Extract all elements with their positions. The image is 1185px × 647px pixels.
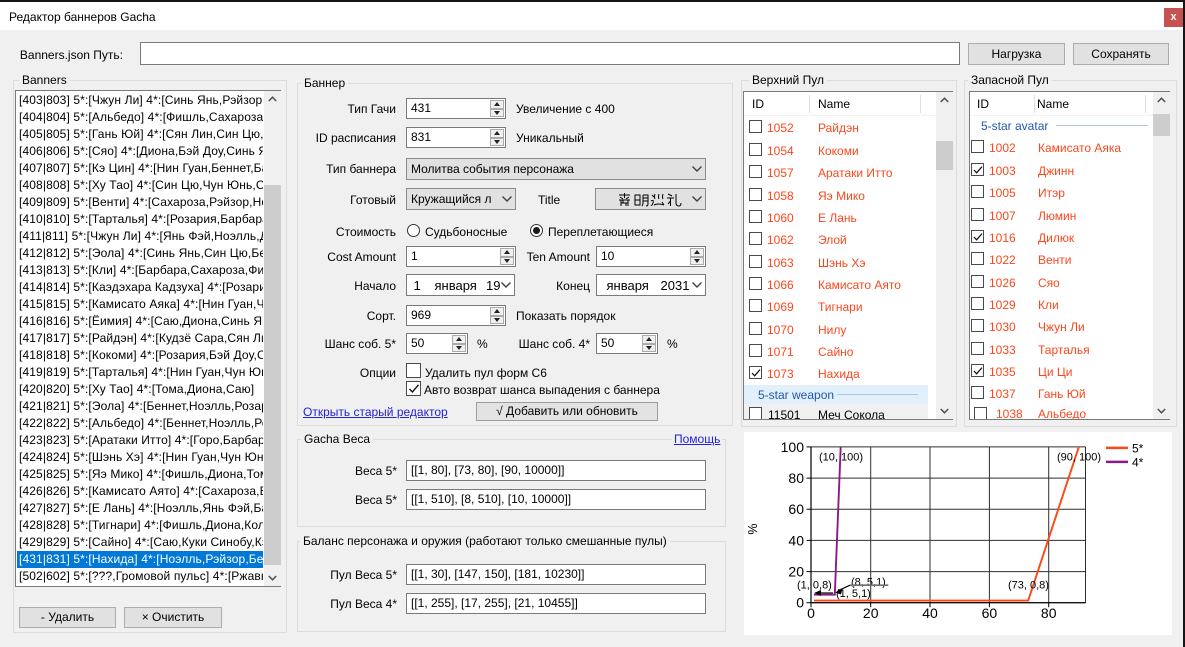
- svg-text:(10, 100): (10, 100): [819, 452, 863, 464]
- svg-text:20: 20: [863, 605, 879, 621]
- svg-text:(8, 5,1): (8, 5,1): [851, 577, 886, 589]
- svg-text:100: 100: [781, 439, 805, 455]
- svg-text:4*: 4*: [1132, 456, 1144, 470]
- svg-text:0: 0: [807, 605, 815, 621]
- svg-text:20: 20: [788, 564, 804, 580]
- svg-text:40: 40: [788, 532, 804, 548]
- svg-text:80: 80: [788, 470, 804, 486]
- svg-text:80: 80: [1041, 605, 1057, 621]
- svg-text:%: %: [746, 523, 760, 534]
- svg-text:60: 60: [788, 501, 804, 517]
- svg-text:(73, 0,8): (73, 0,8): [1008, 580, 1049, 592]
- svg-text:40: 40: [922, 605, 938, 621]
- svg-text:5*: 5*: [1132, 442, 1144, 456]
- svg-text:(90, 100): (90, 100): [1057, 452, 1101, 464]
- svg-text:(1, 0,8): (1, 0,8): [797, 580, 832, 592]
- svg-text:60: 60: [982, 605, 998, 621]
- svg-text:0: 0: [796, 595, 804, 611]
